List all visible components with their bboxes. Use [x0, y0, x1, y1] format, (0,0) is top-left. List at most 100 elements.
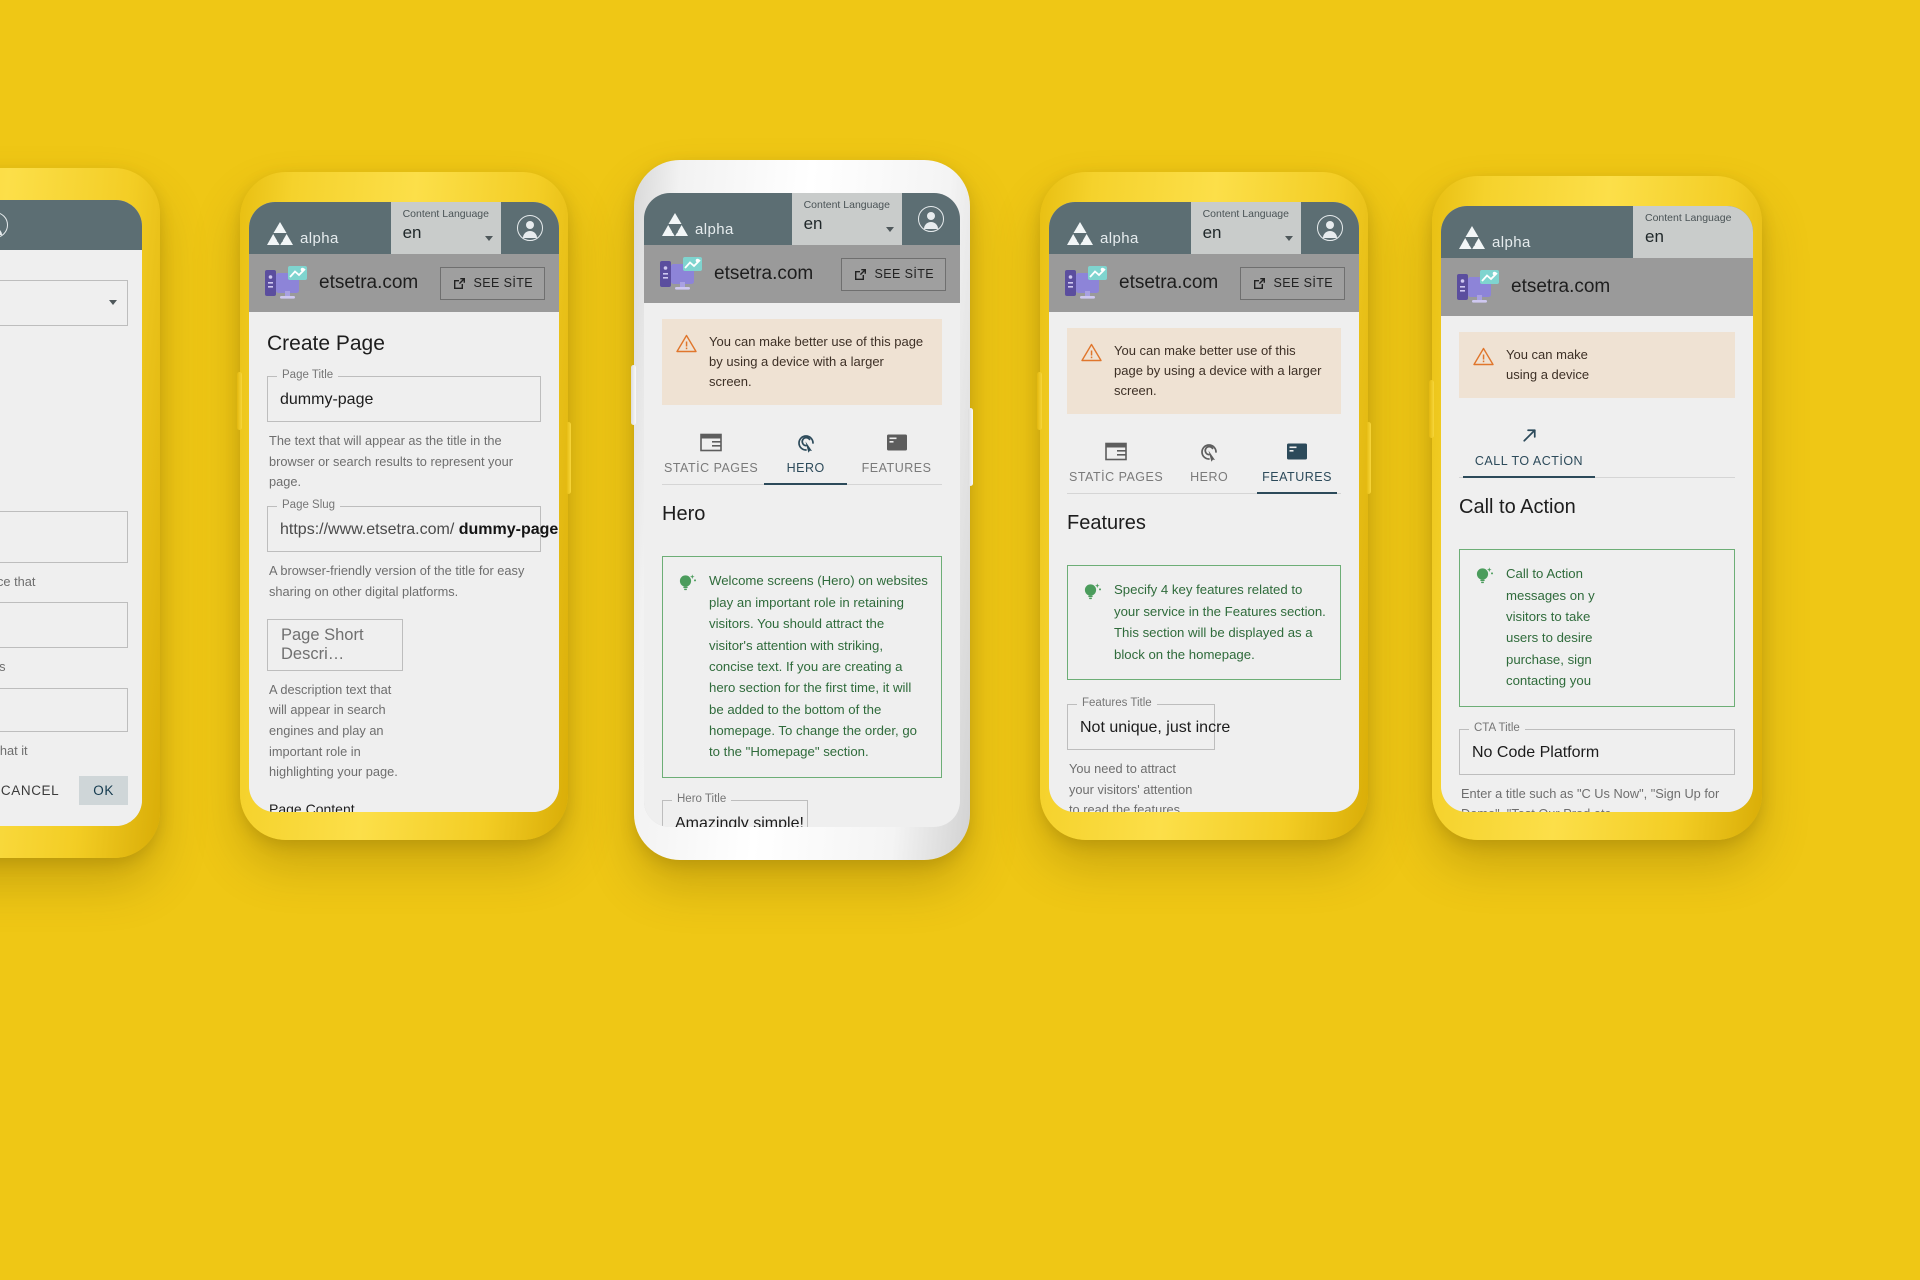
field-box[interactable]	[0, 510, 128, 563]
page-slug-input: https://www.etsetra.com/ dummy-page	[280, 521, 558, 538]
tab-label: HERO	[786, 461, 825, 476]
ok-button[interactable]: OK	[79, 775, 128, 805]
target-cursor-icon	[762, 431, 849, 454]
app-bar: alpha Content Language en	[1441, 206, 1753, 258]
phone-4-screen: alpha Content Language en etsetra.com SE…	[1049, 202, 1359, 812]
logo-icon	[1067, 222, 1093, 245]
site-bar: etsetra.com SEE SİTE	[249, 254, 559, 312]
page-title-field[interactable]: Page Title dummy-page	[267, 369, 541, 422]
cancel-button[interactable]: CANCEL	[0, 776, 69, 805]
power-button[interactable]	[968, 408, 973, 486]
hero-tip: Welcome screens (Hero) on websites play …	[662, 556, 942, 778]
page-slug-helper: A browser-friendly version of the title …	[269, 563, 525, 599]
tab-label: HERO	[1190, 470, 1229, 485]
section-tabs: CALL TO ACTİON	[1459, 414, 1735, 479]
language-selector[interactable]: Content Language en	[1190, 202, 1301, 254]
brand: alpha	[1441, 206, 1633, 258]
warning-icon	[1081, 343, 1102, 362]
phone-1-page: Text Position Texts may obstruct the ima…	[0, 250, 142, 826]
logo-icon	[267, 222, 293, 245]
tab-static-pages[interactable]: STATİC PAGES	[662, 421, 760, 484]
hero-title-field[interactable]: Hero Title Amazingly simple!	[662, 793, 808, 827]
language-selector[interactable]: Content Language en	[791, 193, 902, 245]
language-label: Content Language	[402, 208, 489, 220]
account-button[interactable]	[0, 200, 24, 250]
tab-static-pages[interactable]: STATİC PAGES	[1067, 430, 1165, 493]
text-position-field[interactable]: Text Position	[0, 280, 128, 326]
app-bar: alpha Content Language en	[1049, 202, 1359, 254]
external-link-icon	[1253, 277, 1265, 289]
slug-value: dummy-page	[458, 521, 559, 539]
brand-name: alpha	[300, 230, 339, 247]
site-bar: etsetra.com	[1441, 258, 1753, 316]
page-title: Create Page	[267, 332, 385, 355]
screen-size-warning: You can make better use of this page by …	[1067, 328, 1341, 415]
volume-button[interactable]	[631, 365, 636, 425]
lightbulb-icon	[1476, 567, 1493, 584]
account-button[interactable]	[902, 193, 960, 245]
features-tip-text: Specify 4 key features related to your s…	[1114, 582, 1326, 662]
language-selector[interactable]: Content Language en	[390, 202, 501, 254]
tab-call-to-action[interactable]: CALL TO ACTİON	[1459, 414, 1599, 479]
page-slug-field[interactable]: Page Slug https://www.etsetra.com/ dummy…	[267, 500, 558, 553]
language-value: en	[1645, 226, 1664, 246]
site-name: etsetra.com	[319, 272, 419, 293]
field-legend: Features Title	[1077, 697, 1157, 710]
volume-button[interactable]	[1429, 380, 1434, 438]
brand: alpha	[644, 193, 792, 245]
external-link-icon	[453, 277, 465, 289]
card-icon	[853, 431, 940, 454]
field-box[interactable]	[0, 688, 128, 733]
language-selector[interactable]: Content Language en	[1633, 206, 1753, 258]
language-label: Content Language	[1645, 212, 1732, 224]
arrow-up-right-icon	[1461, 424, 1597, 447]
features-title-input: Not unique, just incre	[1080, 718, 1231, 736]
tab-label: CALL TO ACTİON	[1474, 454, 1584, 469]
screen-size-warning: You can make better use of this page by …	[662, 319, 942, 406]
account-button[interactable]	[501, 202, 559, 254]
scene: Content Language en Text Position Texts …	[0, 0, 1920, 1280]
page-title-helper: The text that will appear as the title i…	[269, 433, 513, 490]
warning-message: You can make better use of this page by …	[709, 334, 924, 390]
short-description-row: Page Short Descri… A description text th…	[267, 603, 541, 784]
tab-label: STATİC PAGES	[664, 461, 759, 476]
layout-icon	[664, 431, 758, 454]
see-site-button[interactable]: SEE SİTE	[439, 266, 545, 300]
volume-button[interactable]	[237, 372, 242, 430]
avatar	[918, 206, 944, 232]
features-title-field[interactable]: Features Title Not unique, just incre	[1067, 697, 1230, 750]
field-box[interactable]	[0, 602, 128, 649]
target-cursor-icon	[1167, 440, 1251, 463]
phone-2-screen: alpha Content Language en etsetra.com SE…	[249, 202, 559, 812]
account-button[interactable]	[1301, 202, 1359, 254]
section-title: Call to Action	[1459, 496, 1576, 519]
see-site-button[interactable]: SEE SİTE	[840, 257, 946, 291]
tab-hero[interactable]: HERO	[1165, 430, 1253, 493]
helper-text: und image considering that it	[0, 743, 28, 759]
chevron-down-icon	[485, 236, 493, 241]
power-button[interactable]	[1366, 422, 1371, 494]
tab-features[interactable]: FEATURES	[1253, 430, 1341, 495]
page-content-label: Page Content	[269, 801, 355, 812]
cta-title-field[interactable]: CTA Title No Code Platform	[1459, 722, 1735, 775]
brand-name: alpha	[1492, 234, 1531, 251]
hero-tip-text: Welcome screens (Hero) on websites play …	[709, 573, 928, 760]
logo-icon	[1459, 226, 1485, 249]
short-description-input[interactable]: Page Short Descri…	[267, 618, 403, 671]
external-link-icon	[854, 268, 866, 280]
volume-button[interactable]	[1037, 372, 1042, 430]
website-icon	[1457, 270, 1499, 303]
tab-features[interactable]: FEATURES	[851, 421, 942, 484]
see-site-label: SEE SİTE	[874, 267, 934, 281]
tab-hero[interactable]: HERO	[760, 421, 851, 486]
field-legend: Hero Title	[672, 793, 732, 806]
phone-5-screen: alpha Content Language en etsetra.com Yo…	[1441, 206, 1753, 812]
cta-tip: Call to Action messages on y visitors to…	[1459, 549, 1735, 707]
warning-message: You can make using a device	[1506, 347, 1590, 383]
power-button[interactable]	[566, 422, 571, 494]
site-name: etsetra.com	[1119, 272, 1219, 293]
see-site-button[interactable]: SEE SİTE	[1239, 266, 1345, 300]
features-tip: Specify 4 key features related to your s…	[1067, 565, 1341, 680]
features-section-page: You can make better use of this page by …	[1049, 312, 1359, 812]
phone-3: alpha Content Language en etsetra.com SE…	[631, 160, 973, 860]
